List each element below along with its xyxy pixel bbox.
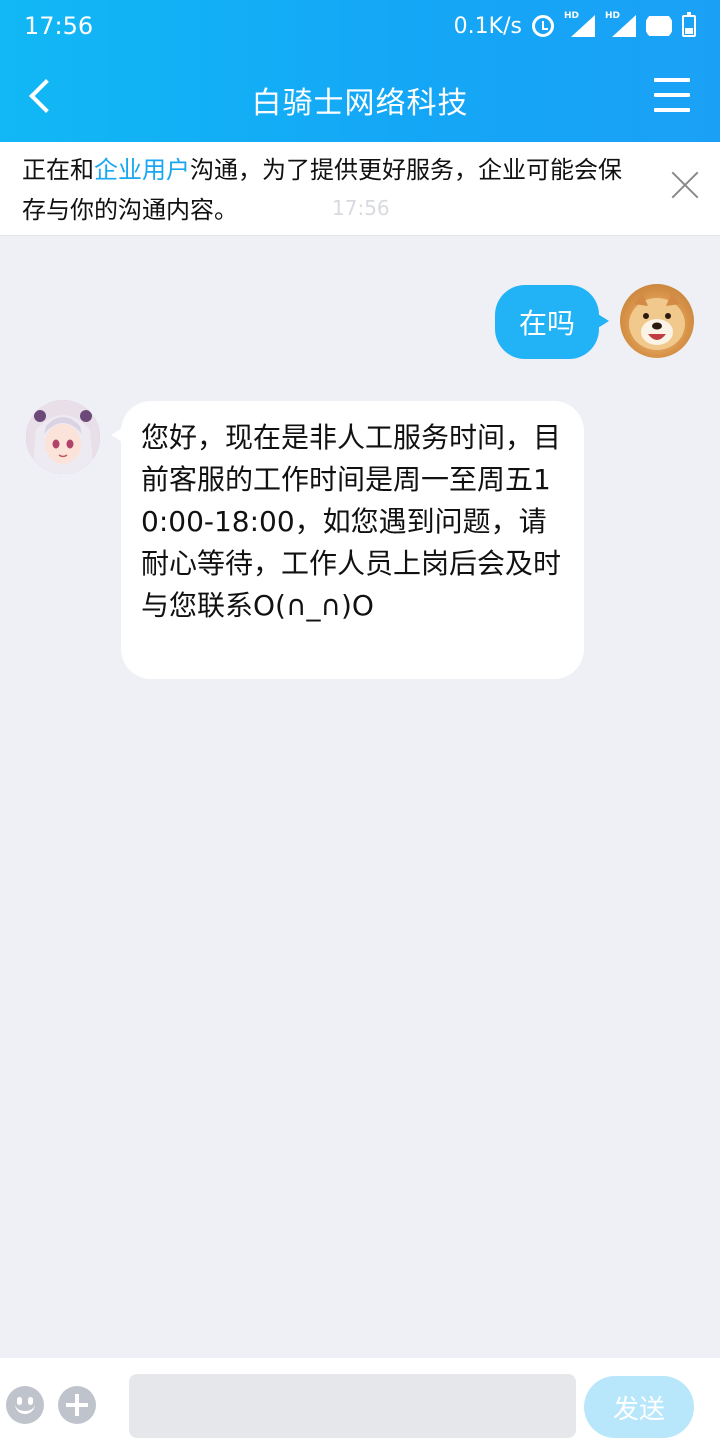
message-input[interactable]: [129, 1374, 576, 1438]
menu-line: [654, 108, 690, 112]
network-speed: 0.1K/s: [453, 13, 522, 39]
header: 17:56 0.1K/s HD HD 白骑士网络科技: [0, 0, 720, 142]
hamburger-menu-icon[interactable]: [654, 78, 690, 112]
status-bar: 17:56 0.1K/s HD HD: [0, 0, 720, 52]
emoji-mouth: [15, 1404, 35, 1414]
outgoing-message[interactable]: 在吗: [495, 285, 609, 359]
signal-icon: [612, 15, 636, 37]
privacy-notice: 正在和企业用户沟通，为了提供更好服务，企业可能会保存与你的沟通内容。: [0, 142, 720, 236]
send-button[interactable]: 发送: [584, 1376, 694, 1438]
plus-icon[interactable]: [58, 1386, 96, 1424]
status-icons: 0.1K/s HD HD: [453, 11, 696, 39]
menu-line: [654, 78, 690, 82]
agent-avatar[interactable]: [26, 400, 100, 474]
wifi-icon: [646, 16, 672, 36]
emoji-icon[interactable]: [6, 1386, 44, 1424]
nav-bar: 白骑士网络科技: [0, 52, 720, 142]
status-time: 17:56: [24, 12, 94, 40]
back-chevron-icon[interactable]: [22, 76, 62, 116]
incoming-message[interactable]: 您好，现在是非人工服务时间，目前客服的工作时间是周一至周五10:00-18:00…: [111, 401, 584, 679]
notice-prefix: 正在和: [22, 156, 94, 184]
battery-icon: [682, 12, 696, 37]
signal-icon: [570, 15, 595, 37]
close-icon[interactable]: [670, 170, 700, 200]
message-timestamp: 17:56: [332, 196, 390, 220]
my-avatar[interactable]: [620, 284, 694, 358]
menu-line: [654, 93, 690, 97]
page-title: 白骑士网络科技: [251, 86, 469, 121]
input-bar: 发送: [0, 1358, 720, 1440]
enterprise-user-link[interactable]: 企业用户: [94, 156, 190, 184]
alarm-icon: [531, 15, 554, 37]
